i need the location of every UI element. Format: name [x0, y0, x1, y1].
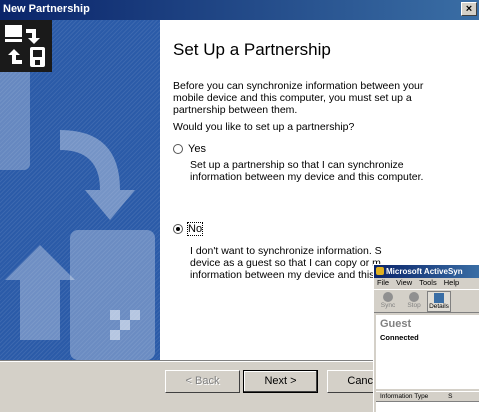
activesync-window[interactable]: Microsoft ActiveSyn File View Tools Help Sy… [373, 264, 479, 412]
activesync-title: Microsoft ActiveSyn [386, 267, 463, 276]
radio-icon[interactable] [173, 224, 183, 234]
menu-help[interactable]: Help [444, 278, 459, 287]
wizard-side-art [0, 20, 160, 360]
sync-button[interactable]: Sync [376, 291, 400, 312]
window-title: New Partnership [3, 3, 90, 15]
option-no-label: No [186, 222, 204, 236]
activesync-list-header[interactable]: Information Type S [376, 391, 479, 402]
status-text: Connected [380, 333, 419, 342]
column-header-status[interactable]: S [448, 393, 452, 400]
activesync-toolbar: Sync Stop Details [374, 289, 479, 313]
radio-icon[interactable] [173, 144, 183, 154]
details-icon [434, 293, 444, 303]
close-button[interactable]: × [461, 2, 477, 16]
stop-icon [409, 292, 419, 302]
page-title: Set Up a Partnership [173, 40, 331, 59]
intro-text: Before you can synchronize information b… [173, 80, 424, 116]
option-yes-label: Yes [188, 143, 206, 155]
option-no[interactable]: No [173, 222, 204, 236]
activesync-list[interactable] [376, 402, 479, 412]
menu-file[interactable]: File [377, 278, 389, 287]
question-text: Would you like to set up a partnership? [173, 121, 355, 133]
title-bar: New Partnership × [0, 0, 479, 20]
details-button[interactable]: Details [427, 291, 451, 312]
option-yes-description: Set up a partnership so that I can synch… [190, 159, 424, 183]
stop-button[interactable]: Stop [402, 291, 426, 312]
menu-tools[interactable]: Tools [419, 278, 437, 287]
column-header-info-type[interactable]: Information Type [380, 393, 428, 400]
details-label: Details [429, 303, 449, 310]
back-button[interactable]: < Back [165, 370, 240, 393]
activesync-icon [376, 267, 384, 275]
sync-partnership-icon [0, 20, 52, 72]
sync-icon [383, 292, 393, 302]
activesync-title-bar: Microsoft ActiveSyn [374, 265, 479, 278]
stop-label: Stop [407, 302, 421, 309]
sync-label: Sync [380, 302, 396, 309]
menu-view[interactable]: View [396, 278, 412, 287]
activesync-menu-bar: File View Tools Help [374, 278, 463, 288]
status-name: Guest [380, 318, 412, 330]
option-no-description: I don't want to synchronize information.… [190, 245, 383, 281]
activesync-status-panel: Guest Connected [376, 315, 479, 389]
close-icon: × [465, 3, 473, 15]
option-yes[interactable]: Yes [173, 142, 206, 156]
next-button[interactable]: Next > [243, 370, 318, 393]
